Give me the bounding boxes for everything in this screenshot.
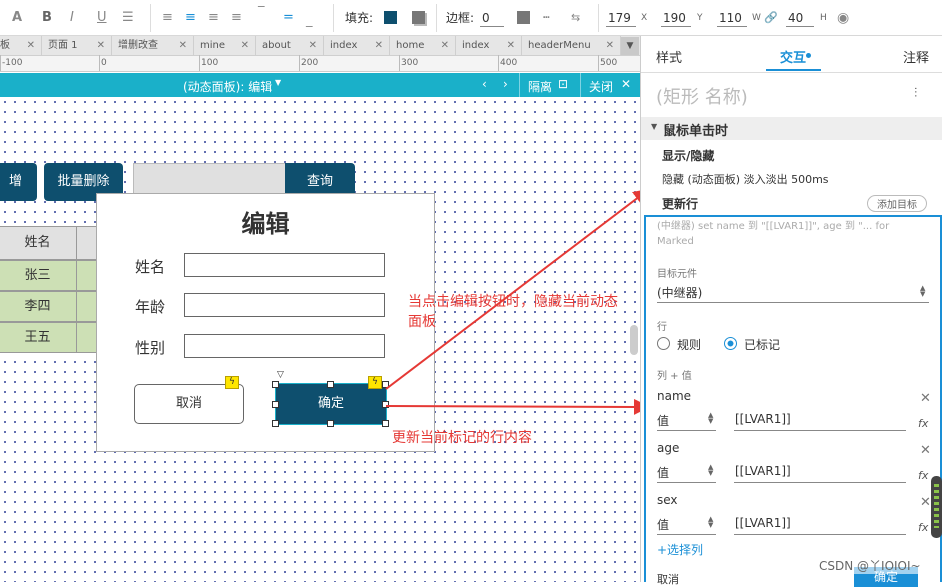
chevron-down-icon[interactable]: ▼	[651, 122, 657, 131]
value-type-select[interactable]: 值	[657, 464, 669, 481]
function-fx-icon[interactable]: fx	[918, 417, 928, 430]
radio-rule-label: 规则	[677, 338, 702, 352]
row-label: 行	[657, 322, 667, 333]
active-tab-indicator	[766, 69, 821, 71]
event-title: 鼠标单击时	[663, 124, 729, 139]
select-arrows-icon[interactable]: ▲ ▼	[708, 464, 713, 477]
action-update-row-title[interactable]: 更新行	[662, 195, 698, 212]
value-input[interactable]: [[LVAR1]]	[735, 412, 791, 426]
select-arrows-icon[interactable]: ▲ ▼	[708, 412, 713, 425]
radio-marked-label: 已标记	[744, 338, 781, 352]
value-type-select[interactable]: 值	[657, 412, 669, 429]
select-arrows-icon[interactable]: ▲ ▼	[708, 516, 713, 529]
watermark: CSDN @丫IOIOI~	[819, 557, 921, 574]
add-target-button[interactable]: 添加目标	[867, 195, 927, 212]
radio-rule[interactable]	[657, 337, 670, 350]
inspector-panel: 样式 交互 注释 (矩形 名称) ⫶ ▼ 鼠标单击时 显示/隐藏 隐藏 (动态面…	[640, 36, 942, 587]
value-type-select[interactable]: 值	[657, 516, 669, 533]
target-label: 目标元件	[657, 269, 697, 280]
function-fx-icon[interactable]: fx	[918, 521, 928, 534]
column-name: name	[657, 389, 692, 403]
radio-marked[interactable]	[724, 337, 737, 350]
event-header[interactable]: ▼ 鼠标单击时	[641, 117, 942, 140]
col-value-label: 列 + 值	[657, 371, 692, 382]
repeater-summary: (中继器) set name 到 "[[LVAR1]]", age 到 "...…	[657, 221, 890, 247]
footer-cancel[interactable]: 取消	[657, 571, 679, 587]
close-icon[interactable]: ✕	[920, 443, 931, 458]
active-dot	[806, 53, 811, 58]
settings-sliders-icon[interactable]: ⫶	[914, 86, 917, 101]
tab-interaction[interactable]: 交互	[780, 47, 806, 66]
function-fx-icon[interactable]: fx	[918, 469, 928, 482]
action-show-hide-detail[interactable]: 隐藏 (动态面板) 淡入淡出 500ms	[662, 171, 829, 187]
action-show-hide-title[interactable]: 显示/隐藏	[662, 147, 714, 164]
shape-name-input[interactable]: (矩形 名称)	[656, 83, 748, 109]
target-select[interactable]: (中继器)	[657, 284, 702, 301]
tab-style[interactable]: 样式	[656, 47, 682, 66]
value-input[interactable]: [[LVAR1]]	[735, 464, 791, 478]
action-editor: (中继器) set name 到 "[[LVAR1]]", age 到 "...…	[644, 215, 942, 587]
close-icon[interactable]: ✕	[920, 391, 931, 406]
column-name: age	[657, 441, 680, 455]
tab-notes[interactable]: 注释	[903, 47, 929, 66]
value-input[interactable]: [[LVAR1]]	[735, 516, 791, 530]
select-arrows-icon[interactable]: ▲ ▼	[920, 285, 925, 298]
select-column-link[interactable]: +选择列	[657, 541, 703, 558]
grip-icon	[934, 484, 939, 528]
close-icon[interactable]: ✕	[920, 495, 931, 510]
column-name: sex	[657, 493, 678, 507]
